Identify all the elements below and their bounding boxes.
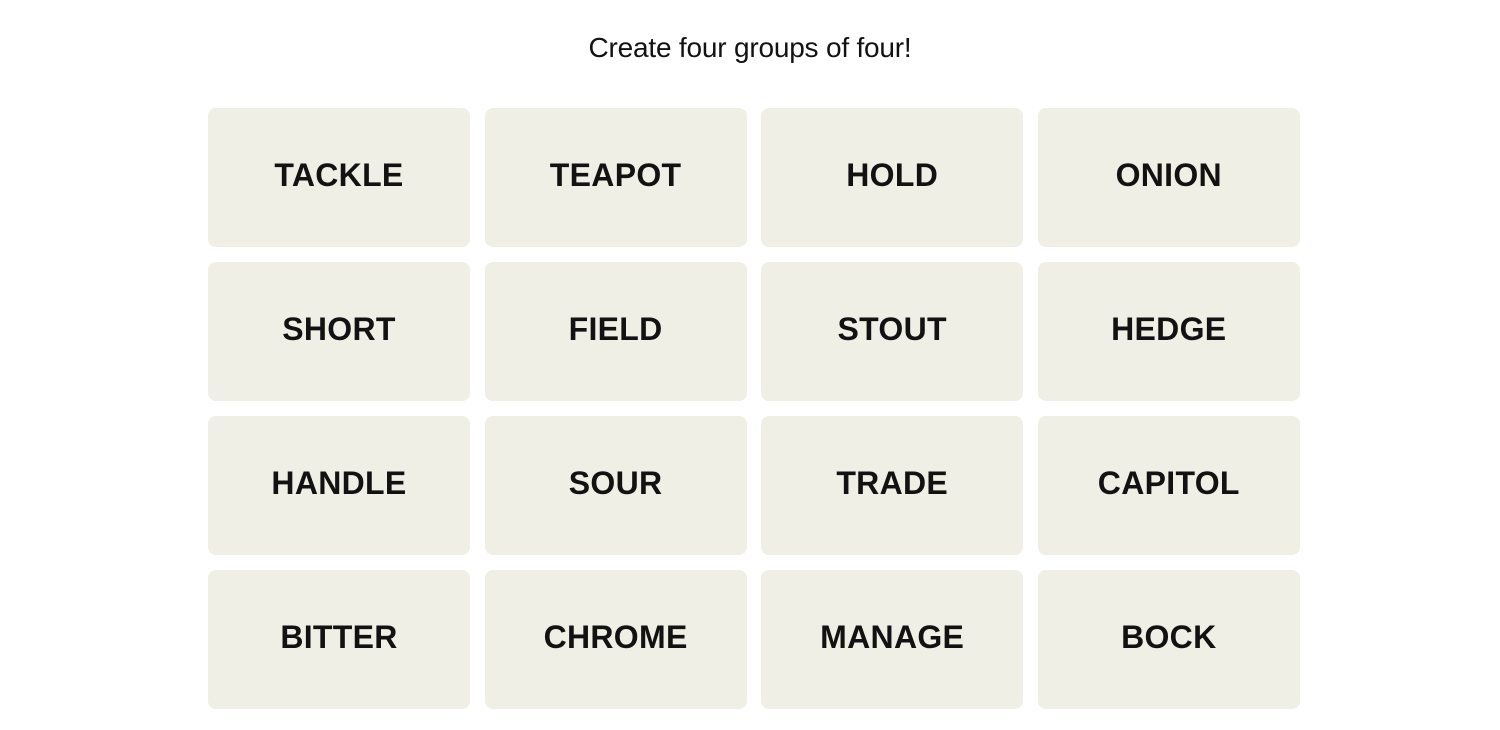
word-tile[interactable]: MANAGE [761,570,1024,709]
word-tile-label: SHORT [282,311,396,347]
word-tile-label: CAPITOL [1097,465,1240,501]
word-tile-label: HANDLE [271,465,407,501]
word-tile-label: STOUT [837,311,947,347]
word-tile[interactable]: HEDGE [1037,262,1300,401]
word-tile-label: TRADE [836,465,949,501]
word-grid: TACKLE TEAPOT HOLD ONION SHORT FIELD STO… [208,108,1300,709]
word-tile[interactable]: CHROME [484,570,747,709]
word-tile-label: TACKLE [274,157,404,193]
word-tile[interactable]: ONION [1037,108,1300,247]
word-tile-label: TEAPOT [549,157,682,193]
word-tile-label: CHROME [543,619,688,655]
word-tile-label: BOCK [1121,619,1217,655]
word-tile-label: HEDGE [1111,311,1227,347]
word-tile-label: HOLD [846,157,939,193]
word-tile[interactable]: HOLD [761,108,1024,247]
word-tile[interactable]: CAPITOL [1037,416,1300,555]
word-tile[interactable]: BITTER [208,570,470,709]
word-tile-label: BITTER [280,619,398,655]
word-tile-label: MANAGE [820,619,965,655]
word-tile-label: ONION [1115,157,1222,193]
word-tile[interactable]: SOUR [484,416,747,555]
word-tile-label: SOUR [568,465,663,501]
word-tile[interactable]: TEAPOT [484,108,747,247]
word-tile[interactable]: TRADE [761,416,1024,555]
word-tile[interactable]: HANDLE [208,416,470,555]
word-tile[interactable]: STOUT [761,262,1024,401]
word-tile-label: FIELD [568,311,663,347]
game-prompt: Create four groups of four! [588,32,912,63]
word-tile[interactable]: TACKLE [208,108,470,247]
word-tile[interactable]: BOCK [1037,570,1300,709]
word-tile[interactable]: SHORT [208,262,470,401]
word-tile[interactable]: FIELD [484,262,747,401]
